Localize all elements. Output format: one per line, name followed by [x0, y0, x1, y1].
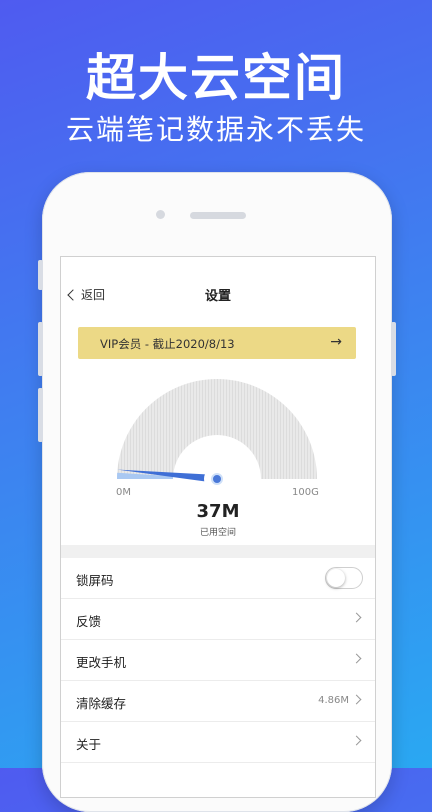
hero-title: 超大云空间 — [86, 49, 346, 107]
used-space-value: 37M — [196, 501, 240, 522]
settings-label-change-phone: 更改手机 — [76, 655, 127, 670]
nav-bar: 返回 设置 — [61, 279, 375, 309]
settings-label-about: 关于 — [76, 737, 102, 752]
phone-volume-up-button — [38, 322, 43, 376]
phone-frame: 返回 设置 VIP会员 - 截止2020/8/13 → 0M 100G 37M … — [38, 172, 396, 812]
used-space-label: 已用空间 — [199, 528, 236, 538]
vip-banner[interactable]: VIP会员 - 截止2020/8/13 → — [78, 327, 356, 359]
earpiece-speaker — [190, 212, 246, 219]
gauge-max-label: 100G — [292, 487, 319, 498]
section-divider — [61, 545, 375, 558]
page-title: 设置 — [204, 289, 231, 304]
front-camera — [156, 210, 165, 219]
settings-label-lock: 锁屏码 — [76, 573, 114, 588]
chevron-right-icon — [351, 735, 362, 746]
gauge-track — [117, 379, 317, 479]
lock-toggle[interactable] — [325, 567, 363, 589]
storage-gauge — [117, 379, 317, 489]
phone-mute-button — [38, 260, 43, 290]
gauge-hub-dot — [211, 473, 223, 485]
cache-size-value: 4.86M — [318, 695, 349, 706]
settings-row-clear-cache[interactable]: 清除缓存 4.86M — [61, 681, 375, 722]
vip-text: VIP会员 - 截止2020/8/13 — [100, 337, 235, 351]
arrow-right-icon: → — [330, 334, 342, 350]
settings-row-lock: 锁屏码 — [61, 558, 375, 599]
settings-row-feedback[interactable]: 反馈 — [61, 599, 375, 640]
settings-row-about[interactable]: 关于 — [61, 722, 375, 763]
chevron-right-icon — [351, 694, 362, 705]
settings-list: 锁屏码 反馈 更改手机 清除缓存 4.86M 关于 — [61, 558, 375, 763]
app-screen: 返回 设置 VIP会员 - 截止2020/8/13 → 0M 100G 37M … — [60, 256, 376, 798]
phone-volume-down-button — [38, 388, 43, 442]
chevron-right-icon — [351, 653, 362, 664]
toggle-knob — [327, 569, 345, 587]
gauge-min-label: 0M — [116, 487, 131, 498]
phone-power-button — [391, 322, 396, 376]
chevron-right-icon — [351, 612, 362, 623]
settings-label-feedback: 反馈 — [76, 614, 102, 629]
hero-subtitle: 云端笔记数据永不丢失 — [65, 113, 366, 146]
settings-label-clear-cache: 清除缓存 — [76, 696, 127, 711]
settings-row-change-phone[interactable]: 更改手机 — [61, 640, 375, 681]
